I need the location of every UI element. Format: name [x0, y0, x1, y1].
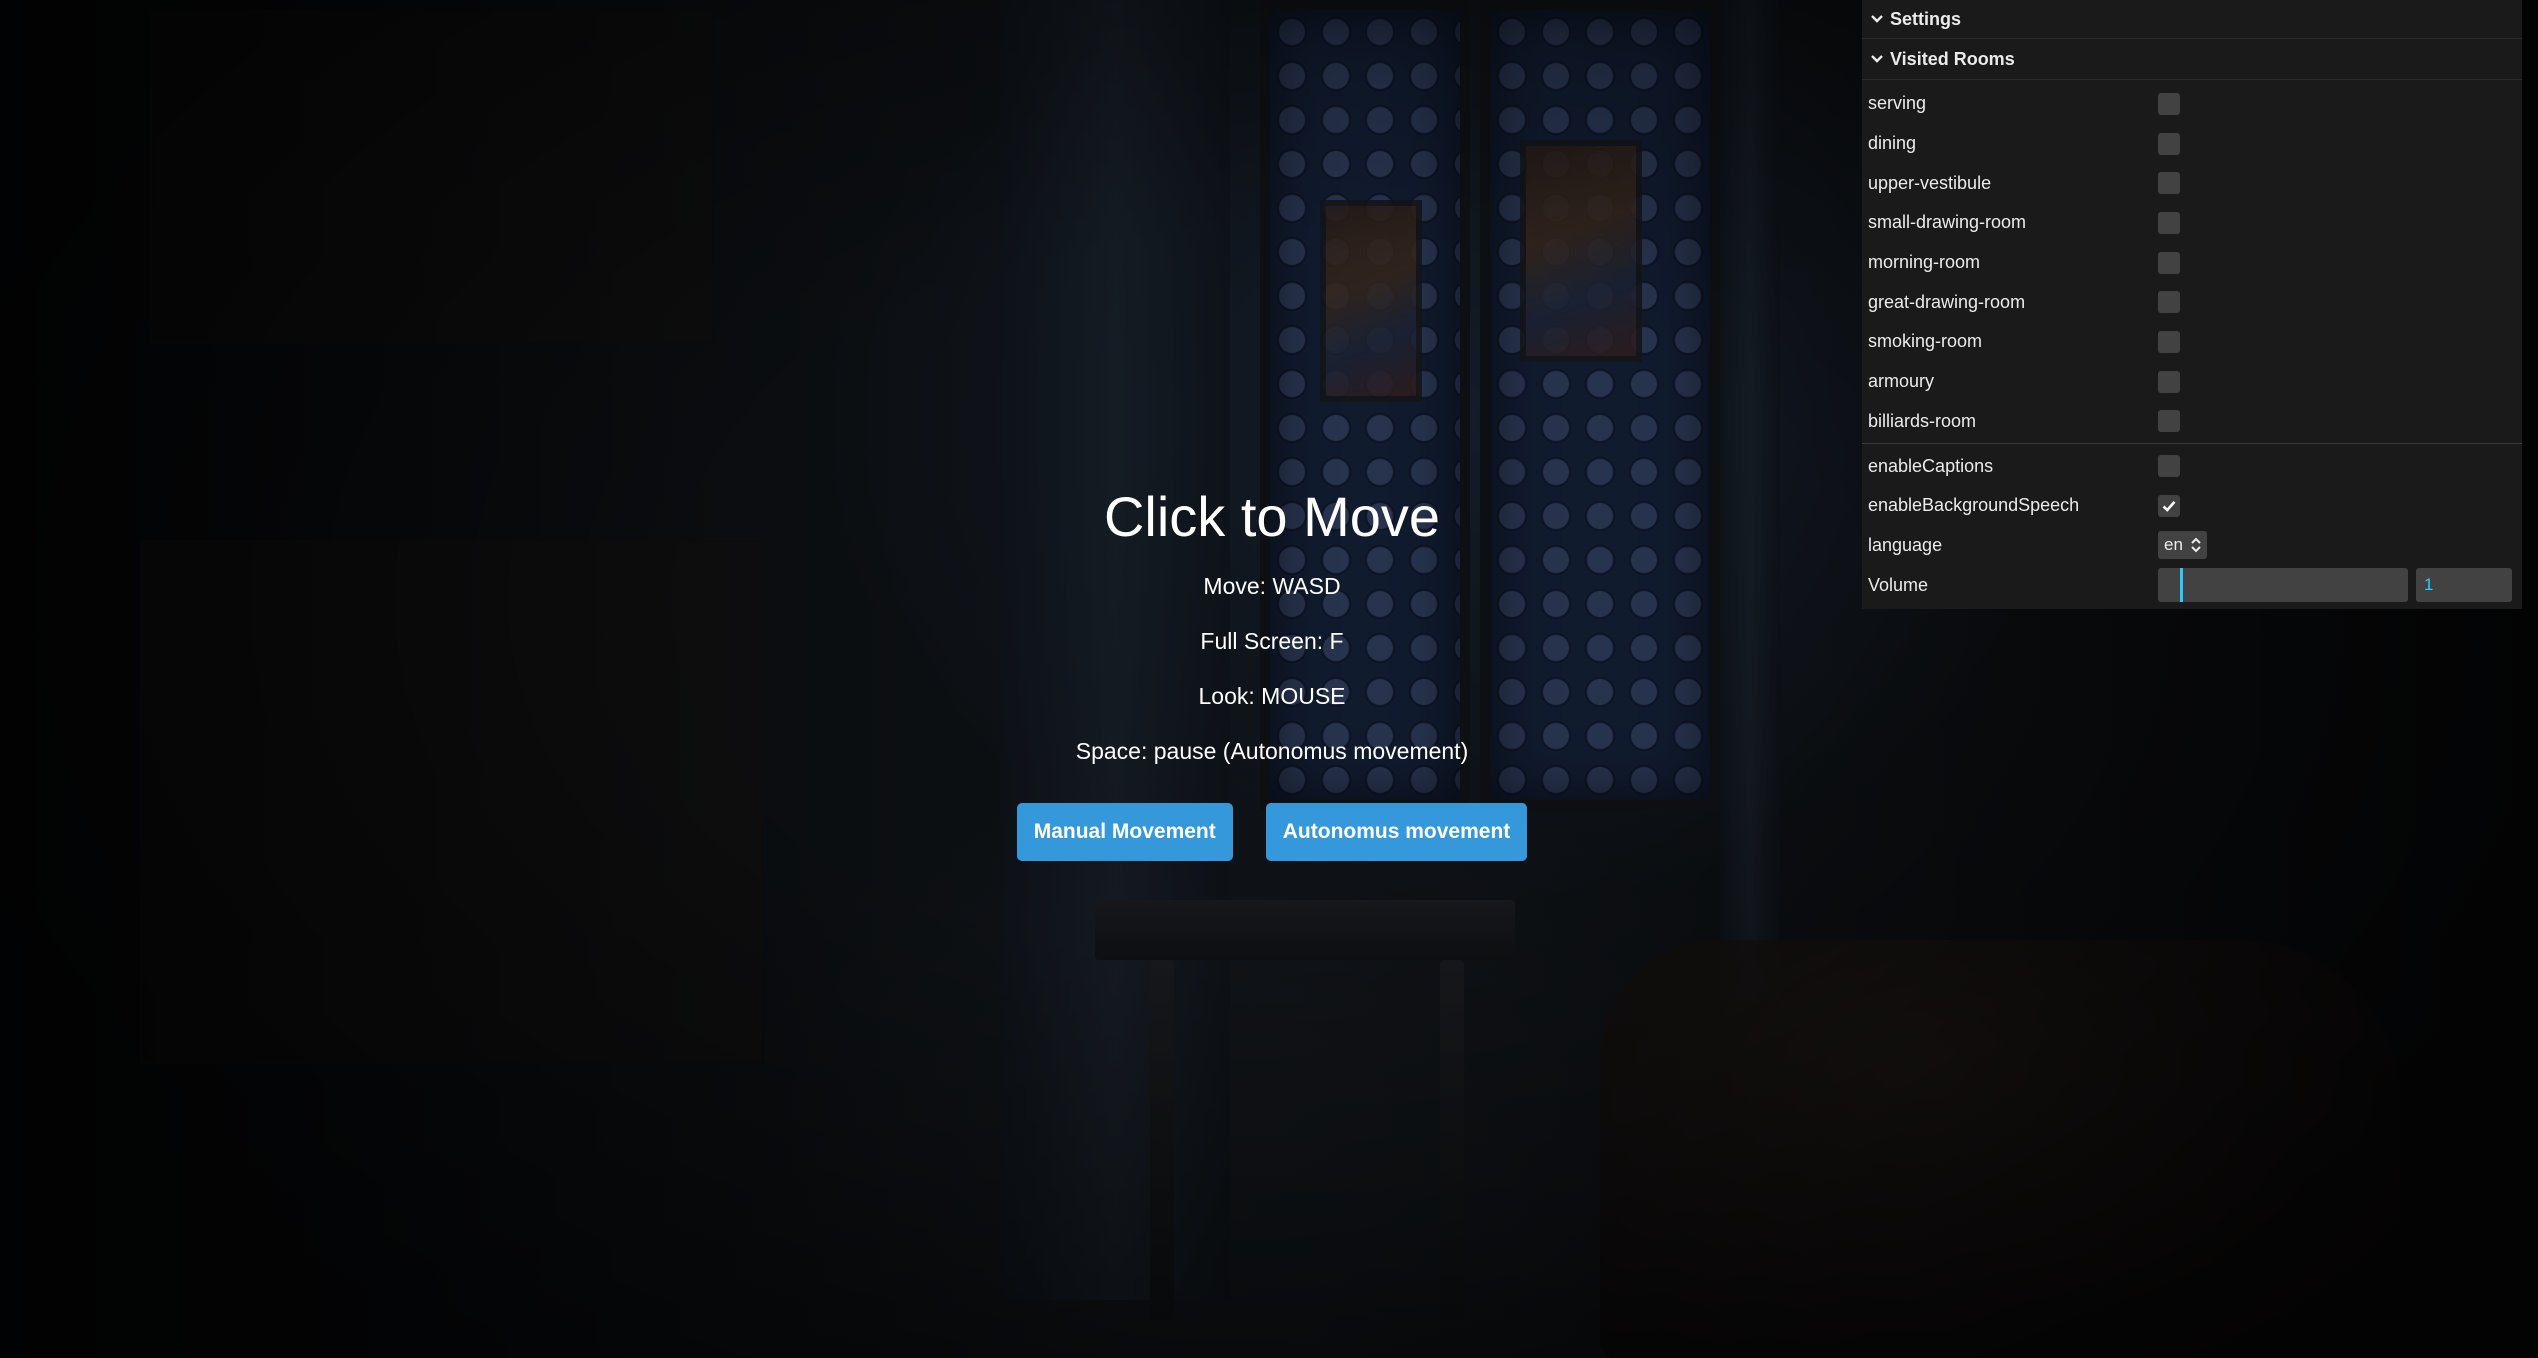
- instruction-space: Space: pause (Autonomus movement): [1075, 738, 1469, 764]
- room-checkbox[interactable]: [2158, 92, 2180, 115]
- settings-header[interactable]: Settings: [1862, 0, 2522, 39]
- volume-input[interactable]: 1: [2416, 568, 2512, 603]
- room-checkbox[interactable]: [2158, 211, 2180, 234]
- room-row: serving: [1862, 84, 2522, 124]
- settings-title: Settings: [1890, 9, 1962, 29]
- room-row: great-drawing-room: [1862, 282, 2522, 322]
- checkmark-icon: [2162, 500, 2176, 512]
- divider: [1862, 443, 2522, 445]
- room-label: morning-room: [1868, 252, 1981, 273]
- room-row: morning-room: [1862, 243, 2522, 283]
- room-row: armoury: [1862, 362, 2522, 402]
- room-checkbox[interactable]: [2158, 172, 2180, 195]
- enable-background-speech-row: enableBackgroundSpeech: [1862, 486, 2522, 526]
- settings-panel: Settings Visited Rooms serving dining uppe…: [1862, 0, 2522, 609]
- room-label: billiards-room: [1868, 410, 1977, 431]
- enable-background-speech-label: enableBackgroundSpeech: [1868, 495, 2080, 516]
- chevron-down-icon: [1871, 55, 1883, 63]
- visited-rooms-title: Visited Rooms: [1890, 49, 2015, 69]
- room-row: upper-vestibule: [1862, 163, 2522, 203]
- instruction-fullscreen: Full Screen: F: [1200, 628, 1344, 654]
- room-label: serving: [1868, 93, 1927, 114]
- language-select[interactable]: en: [2158, 531, 2207, 560]
- volume-row: Volume 1: [1862, 565, 2522, 609]
- language-row: language en: [1862, 526, 2522, 566]
- movement-buttons: Manual Movement Autonomus movement: [0, 803, 2538, 861]
- room-checkbox[interactable]: [2158, 291, 2180, 314]
- updown-arrows-icon: [2191, 537, 2201, 553]
- room-label: small-drawing-room: [1868, 212, 2027, 233]
- room-checkbox[interactable]: [2158, 251, 2180, 274]
- volume-slider[interactable]: [2158, 568, 2408, 603]
- volume-slider-fill: [2180, 568, 2183, 603]
- room-checkbox[interactable]: [2158, 410, 2180, 433]
- room-label: upper-vestibule: [1868, 172, 1992, 193]
- autonomous-movement-button[interactable]: Autonomus movement: [1265, 803, 1528, 861]
- instruction-look: Look: MOUSE: [1198, 683, 1346, 709]
- enable-captions-checkbox[interactable]: [2158, 455, 2180, 478]
- language-label: language: [1868, 534, 1943, 555]
- room-label: dining: [1868, 133, 1917, 154]
- room-label: smoking-room: [1868, 331, 1983, 352]
- manual-movement-button[interactable]: Manual Movement: [1016, 803, 1233, 861]
- language-value: en: [2164, 535, 2183, 555]
- room-label: armoury: [1868, 371, 1935, 392]
- volume-label: Volume: [1868, 574, 1929, 595]
- room-checkbox[interactable]: [2158, 370, 2180, 393]
- enable-captions-label: enableCaptions: [1868, 455, 1994, 476]
- chevron-down-icon: [1871, 15, 1883, 23]
- room-checkbox[interactable]: [2158, 132, 2180, 155]
- visited-rooms-list: serving dining upper-vestibule small-drawin…: [1862, 80, 2522, 441]
- room-row: billiards-room: [1862, 402, 2522, 442]
- visited-rooms-folder-header[interactable]: Visited Rooms: [1862, 39, 2522, 80]
- enable-captions-row: enableCaptions: [1862, 446, 2522, 486]
- room-row: smoking-room: [1862, 322, 2522, 362]
- room-row: small-drawing-room: [1862, 203, 2522, 243]
- room-checkbox[interactable]: [2158, 330, 2180, 353]
- room-row: dining: [1862, 124, 2522, 164]
- room-label: great-drawing-room: [1868, 291, 2026, 312]
- enable-background-speech-checkbox[interactable]: [2158, 494, 2180, 517]
